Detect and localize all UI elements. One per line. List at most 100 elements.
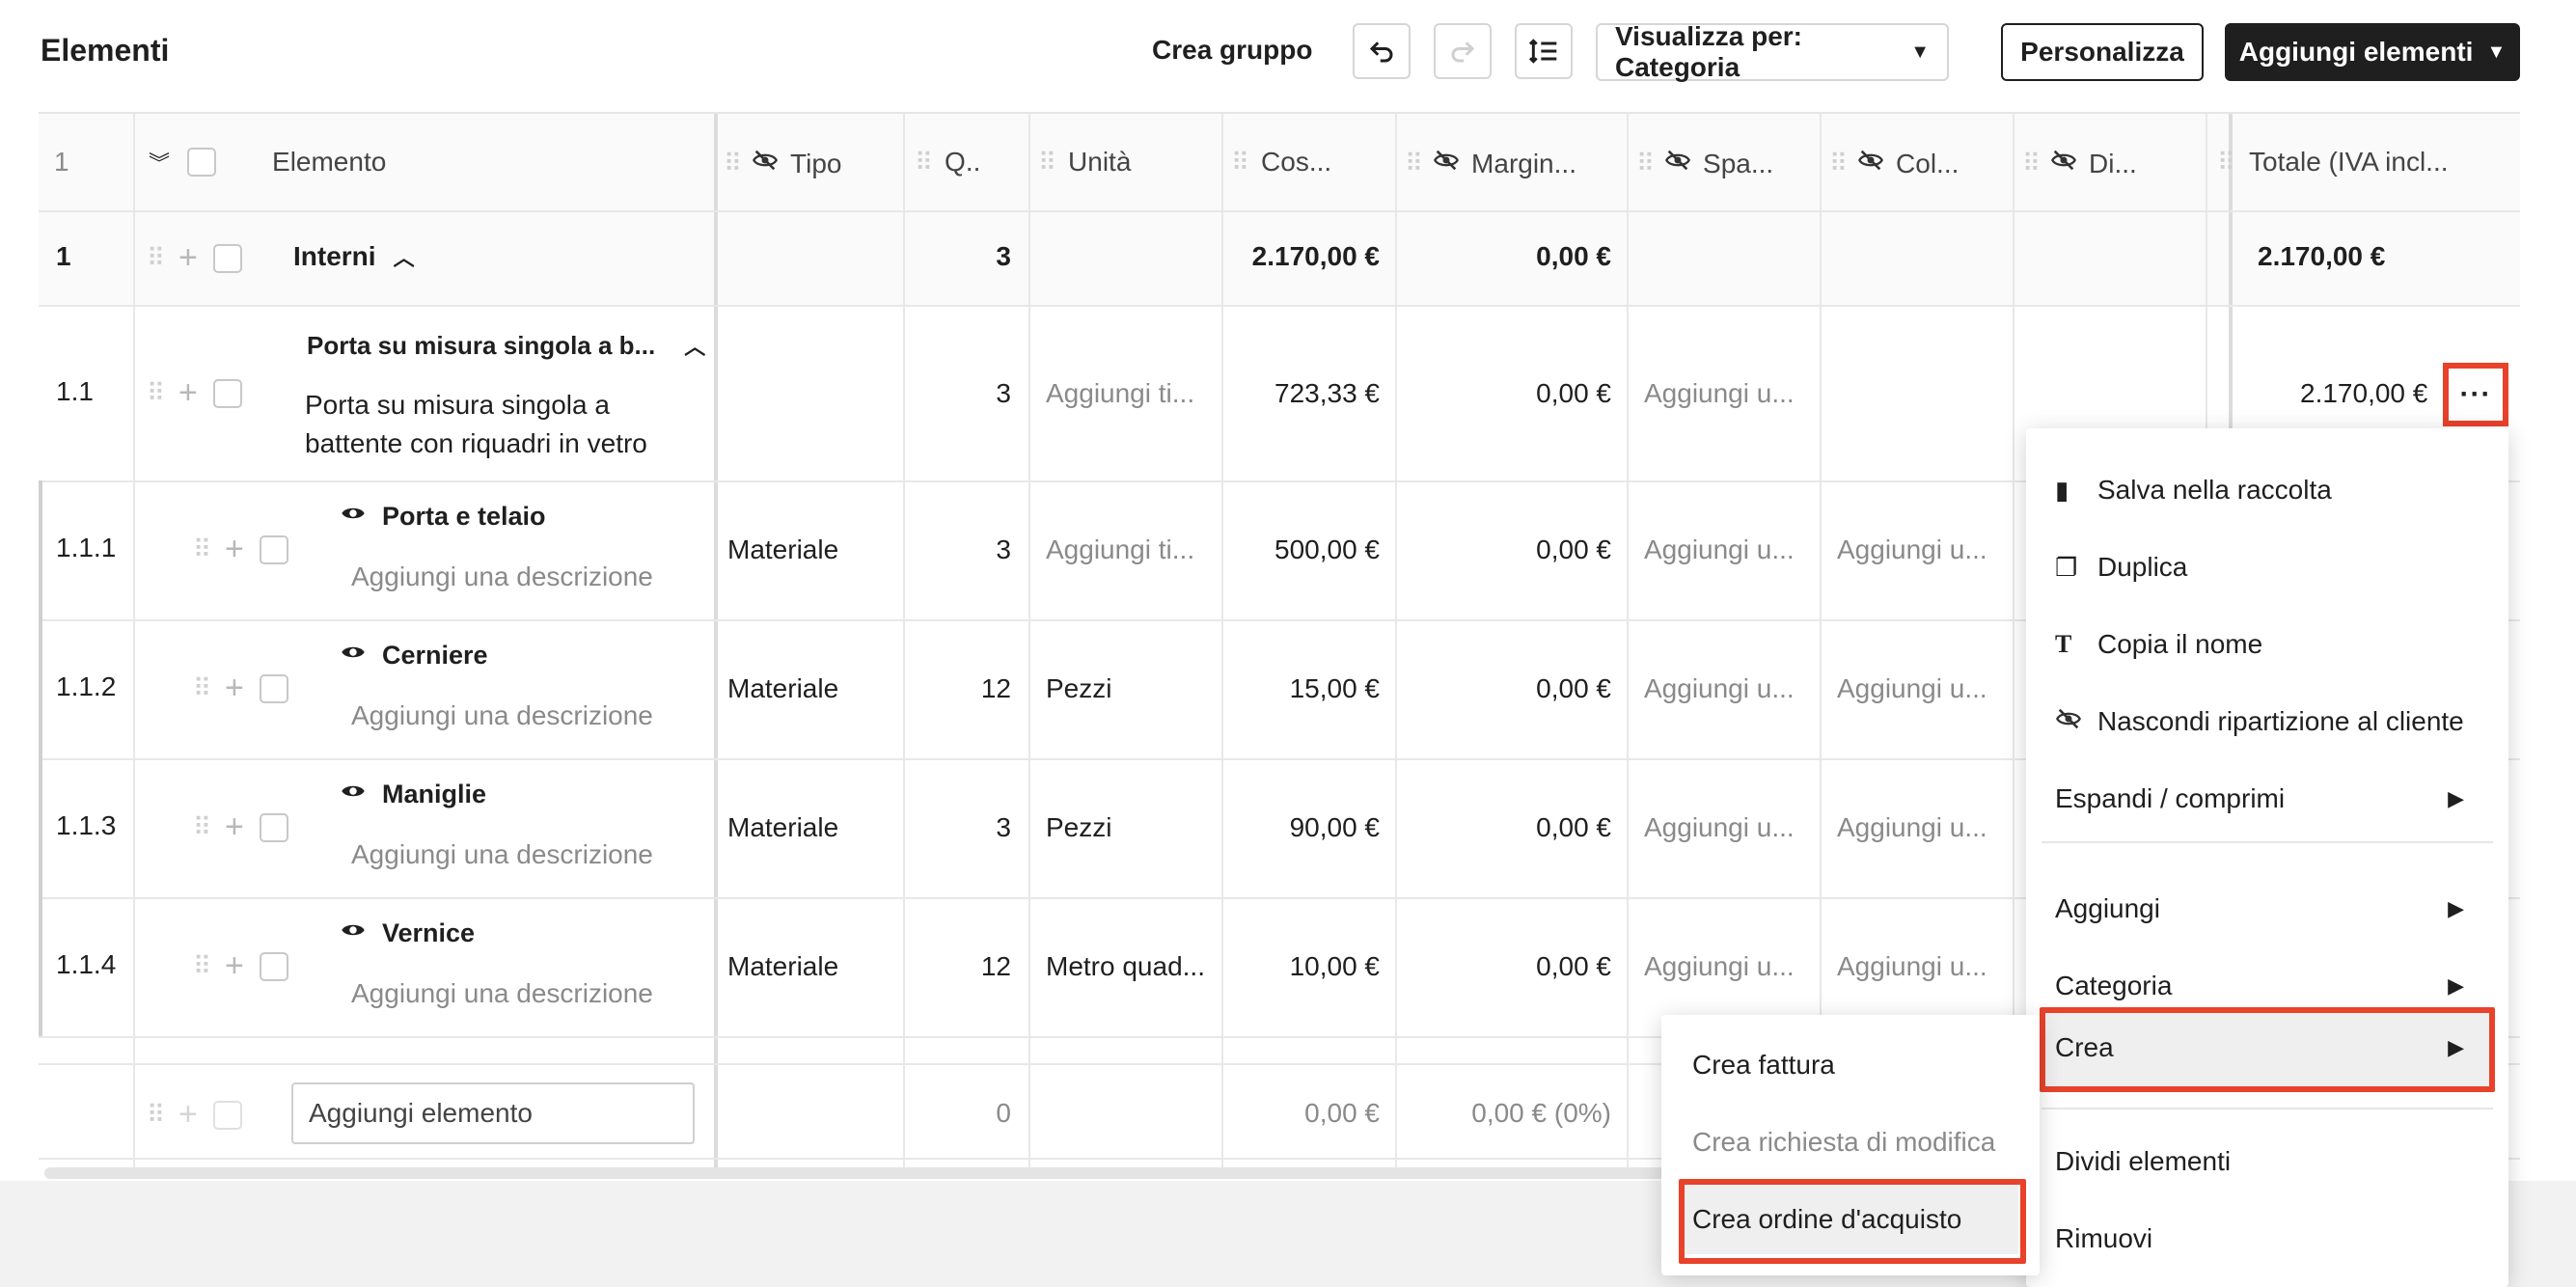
subitem-margin[interactable]: 0,00 € (1395, 534, 1611, 565)
col-qty-header[interactable]: ⠿ Q.. (915, 147, 980, 178)
plus-icon[interactable]: + (178, 374, 198, 412)
drag-handle-icon[interactable]: ⠿ (193, 812, 211, 842)
eye-icon[interactable] (340, 500, 367, 534)
subitem-qty[interactable]: 12 (903, 673, 1011, 704)
collapse-all-icon[interactable]: ︾ (149, 147, 170, 178)
subitem-unit[interactable]: Metro quad... (1046, 951, 1205, 982)
drag-handle-icon[interactable]: ⠿ (1829, 149, 1848, 178)
drag-handle-icon[interactable]: ⠿ (2022, 149, 2041, 178)
submenu-invoice[interactable]: Crea fattura (1661, 1030, 2040, 1100)
subitem-name-cell[interactable]: Cerniere (340, 639, 488, 672)
subitem-desc[interactable]: Aggiungi una descrizione (351, 978, 653, 1009)
select-all-checkbox[interactable] (187, 148, 217, 177)
subitem-checkbox[interactable] (259, 673, 288, 703)
subitem-name-cell[interactable]: Maniglie (340, 778, 486, 811)
subitem-spa[interactable]: Aggiungi u... (1644, 812, 1795, 843)
subitem-unit[interactable]: Aggiungi ti... (1046, 534, 1194, 565)
subitem-cost[interactable]: 15,00 € (1221, 673, 1380, 704)
create-group-button[interactable]: Crea gruppo (1152, 35, 1312, 66)
eye-icon[interactable] (340, 639, 367, 672)
chevron-up-icon[interactable]: ︿ (394, 241, 415, 272)
chevron-up-icon[interactable]: ︿ (684, 330, 705, 361)
subitem-desc[interactable]: Aggiungi una descrizione (351, 839, 653, 870)
drag-handle-icon[interactable]: ⠿ (193, 534, 211, 564)
drag-handle-icon[interactable]: ⠿ (147, 243, 165, 273)
drag-handle-icon[interactable]: ⠿ (1405, 149, 1423, 178)
menu-item-copy-name[interactable]: T Copia il nome (2026, 616, 2508, 673)
col-total-header[interactable]: ⠿ Totale (IVA incl... (2217, 147, 2449, 178)
drag-handle-icon[interactable]: ⠿ (193, 951, 211, 981)
menu-item-remove[interactable]: Rimuovi (2026, 1210, 2508, 1268)
subitem-desc[interactable]: Aggiungi una descrizione (351, 700, 653, 731)
subitem-name-cell[interactable]: Porta e telaio (340, 500, 546, 534)
subitem-type[interactable]: Materiale (727, 951, 838, 982)
subitem-spa[interactable]: Aggiungi u... (1644, 951, 1795, 982)
subitem-col[interactable]: Aggiungi u... (1837, 534, 1987, 565)
drag-handle-icon[interactable]: ⠿ (1231, 148, 1249, 178)
subitem-type[interactable]: Materiale (727, 812, 838, 843)
drag-handle-icon[interactable]: ⠿ (724, 149, 742, 178)
subitem-checkbox[interactable] (259, 812, 288, 842)
menu-item-split[interactable]: Dividi elementi (2026, 1133, 2508, 1191)
view-by-select[interactable]: Visualizza per: Categoria ▼ (1596, 21, 1949, 82)
subitem-margin[interactable]: 0,00 € (1395, 951, 1611, 982)
eye-icon[interactable] (340, 778, 367, 811)
subitem-qty[interactable]: 3 (903, 812, 1011, 843)
subitem-type[interactable]: Materiale (727, 534, 838, 565)
row-height-button[interactable] (1515, 23, 1573, 79)
subitem-col[interactable]: Aggiungi u... (1837, 812, 1987, 843)
undo-button[interactable] (1353, 23, 1411, 79)
eye-icon[interactable] (340, 917, 367, 950)
subitem-type[interactable]: Materiale (727, 673, 838, 704)
group-checkbox[interactable] (212, 243, 242, 273)
menu-item-hide-breakdown[interactable]: Nascondi ripartizione al cliente (2026, 693, 2508, 751)
drag-handle-icon[interactable]: ⠿ (147, 378, 165, 408)
menu-item-expand[interactable]: Espandi / comprimi ▶ (2026, 770, 2508, 828)
menu-item-save[interactable]: ▮ Salva nella raccolta (2026, 461, 2508, 519)
subitem-unit[interactable]: Pezzi (1046, 812, 1111, 843)
subitem-col[interactable]: Aggiungi u... (1837, 673, 1987, 704)
drag-handle-icon[interactable]: ⠿ (915, 148, 933, 178)
group-name-cell[interactable]: Interni ︿ (293, 241, 415, 272)
subitem-spa[interactable]: Aggiungi u... (1644, 673, 1795, 704)
drag-handle-icon[interactable]: ⠿ (193, 673, 211, 703)
plus-icon[interactable]: + (225, 531, 244, 568)
col-unit-header[interactable]: ⠿ Unità (1038, 147, 1131, 178)
item-unit[interactable]: Aggiungi ti... (1046, 378, 1194, 409)
subitem-col[interactable]: Aggiungi u... (1837, 951, 1987, 982)
redo-button[interactable] (1434, 23, 1492, 79)
menu-item-category[interactable]: Categoria ▶ (2026, 957, 2508, 1015)
eye-off-icon[interactable] (752, 147, 779, 180)
plus-icon[interactable]: + (178, 239, 198, 277)
subitem-cost[interactable]: 500,00 € (1221, 534, 1380, 565)
subitem-margin[interactable]: 0,00 € (1395, 812, 1611, 843)
eye-off-icon[interactable] (1664, 147, 1691, 180)
item-cost[interactable]: 723,33 € (1221, 378, 1380, 409)
drag-handle-icon[interactable]: ⠿ (1038, 148, 1056, 178)
item-checkbox[interactable] (212, 378, 242, 408)
plus-icon[interactable]: + (225, 808, 244, 846)
item-margin[interactable]: 0,00 € (1395, 378, 1611, 409)
eye-off-icon[interactable] (1857, 147, 1884, 180)
item-spa[interactable]: Aggiungi u... (1644, 378, 1795, 409)
subitem-cost[interactable]: 90,00 € (1221, 812, 1380, 843)
item-title-cell[interactable]: Porta su misura singola a b... ︿ (307, 330, 705, 361)
col-col-header[interactable]: ⠿ Col... (1829, 147, 1959, 180)
subitem-cost[interactable]: 10,00 € (1221, 951, 1380, 982)
col-margin-header[interactable]: ⠿ Margin... (1405, 147, 1576, 180)
eye-off-icon[interactable] (1433, 147, 1460, 180)
plus-icon[interactable]: + (225, 670, 244, 707)
item-qty[interactable]: 3 (903, 378, 1011, 409)
menu-item-duplicate[interactable]: ❐ Duplica (2026, 538, 2508, 596)
eye-off-icon[interactable] (2050, 147, 2077, 180)
add-element-input[interactable]: Aggiungi elemento (291, 1082, 695, 1144)
drag-handle-icon[interactable]: ⠿ (2217, 148, 2235, 178)
subitem-spa[interactable]: Aggiungi u... (1644, 534, 1795, 565)
subitem-qty[interactable]: 12 (903, 951, 1011, 982)
subitem-desc[interactable]: Aggiungi una descrizione (351, 561, 653, 592)
subitem-margin[interactable]: 0,00 € (1395, 673, 1611, 704)
customize-button[interactable]: Personalizza (2001, 23, 2204, 81)
add-elements-button[interactable]: Aggiungi elementi ▼ (2225, 23, 2520, 81)
subitem-checkbox[interactable] (259, 951, 288, 981)
subitem-qty[interactable]: 3 (903, 534, 1011, 565)
